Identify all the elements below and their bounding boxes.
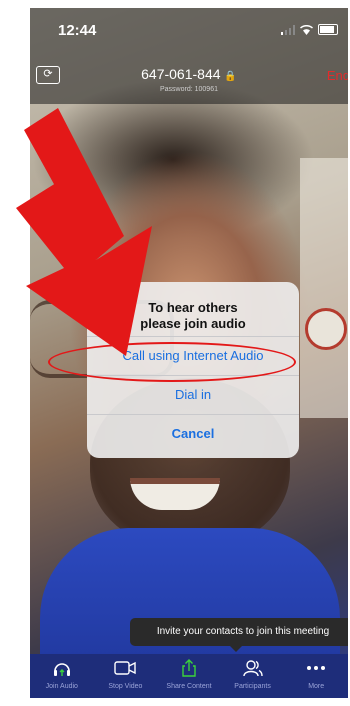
stop-video-label: Stop Video [108, 683, 143, 690]
status-icons [281, 24, 338, 35]
background-wall [300, 158, 348, 418]
video-camera-icon [114, 659, 137, 677]
cancel-button[interactable]: Cancel [87, 414, 299, 453]
meeting-toolbar: Join Audio Stop Video Share Content Part… [30, 654, 348, 698]
battery-icon [318, 24, 338, 35]
more-button[interactable]: More [284, 654, 348, 698]
participants-label: Participants [234, 683, 271, 690]
join-audio-button[interactable]: Join Audio [30, 654, 94, 698]
end-button[interactable]: End [327, 68, 348, 83]
home-indicator [110, 702, 230, 706]
participants-icon [242, 659, 264, 677]
invite-tooltip: Invite your contacts to join this meetin… [130, 618, 348, 652]
more-icon [305, 659, 327, 677]
join-audio-label: Join Audio [45, 683, 78, 690]
share-content-label: Share Content [166, 683, 212, 690]
lock-icon: 🔒 [224, 71, 237, 82]
participants-button[interactable]: Participants [221, 654, 285, 698]
headphones-icon [51, 659, 73, 677]
annotation-arrow-icon [16, 108, 152, 356]
background-plate [305, 308, 347, 350]
stop-video-button[interactable]: Stop Video [94, 654, 158, 698]
signal-icon [281, 24, 295, 35]
wifi-icon [300, 24, 313, 35]
share-icon [178, 659, 200, 677]
more-label: More [308, 683, 325, 690]
share-content-button[interactable]: Share Content [157, 654, 221, 698]
